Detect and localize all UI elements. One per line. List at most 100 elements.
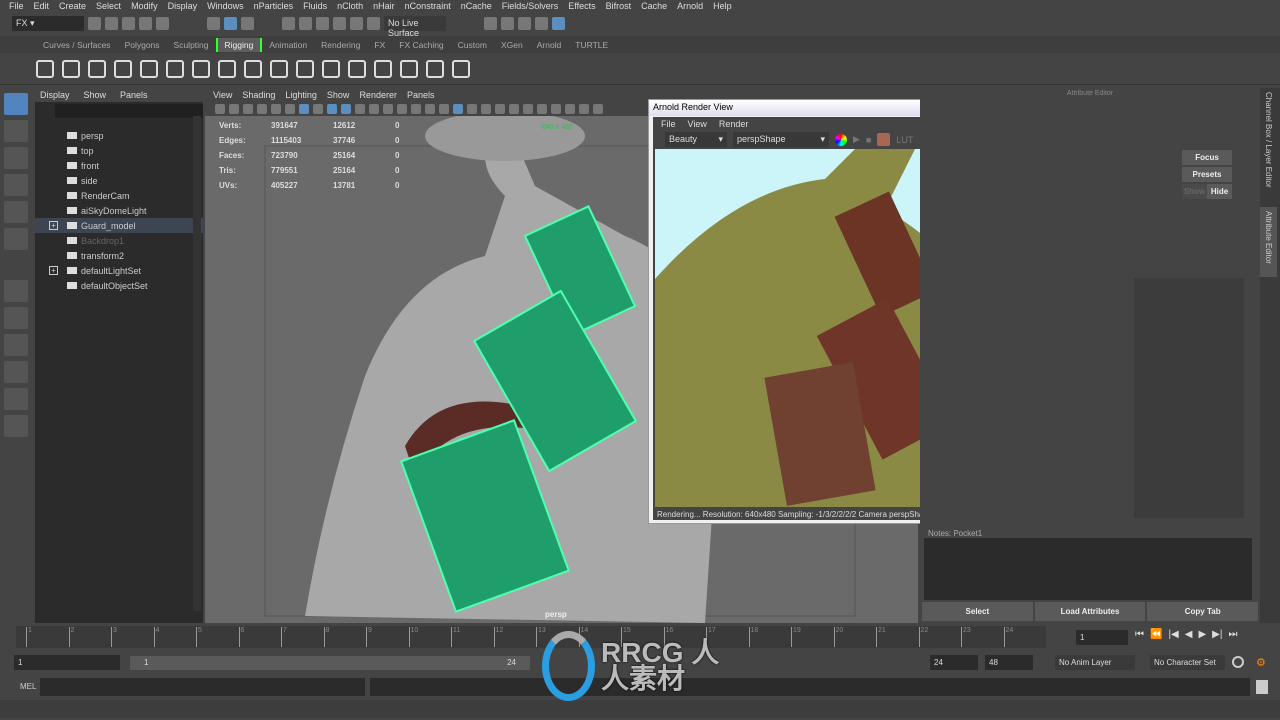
shelf-tool-icon[interactable] [452, 59, 470, 78]
show-button[interactable]: Show [1182, 184, 1207, 199]
viewport-tool-icon[interactable] [523, 103, 533, 114]
play-back-icon[interactable]: ◀ [1185, 629, 1193, 640]
expand-icon[interactable]: + [49, 221, 58, 230]
viewport-tool-icon[interactable] [243, 103, 253, 114]
tab-turtle[interactable]: TURTLE [568, 38, 615, 52]
script-editor-icon[interactable] [1256, 680, 1268, 694]
shelf-tool-icon[interactable] [348, 59, 366, 78]
menu-windows[interactable]: Windows [202, 0, 249, 13]
play-forward-icon[interactable]: ▶ [1198, 629, 1206, 640]
menu-help[interactable]: Help [708, 0, 737, 13]
hypershade-icon[interactable] [552, 17, 565, 30]
shelf-tool-icon[interactable] [166, 59, 184, 78]
render-sequence-icon[interactable] [501, 17, 514, 30]
viewport-menu-show[interactable]: Show [327, 90, 350, 100]
time-slider[interactable]: 1 2 3 4 5 6 7 8 9 10 11 12 13 14 15 16 17 18 19 20 21 22 23 24 [16, 626, 1046, 648]
outliner-item[interactable]: persp [35, 128, 203, 143]
viewport-tool-icon[interactable] [411, 103, 421, 114]
step-forward-icon[interactable]: ▶| [1212, 629, 1222, 640]
viewport-tool-icon[interactable] [369, 103, 379, 114]
tab-rendering[interactable]: Rendering [314, 38, 367, 52]
outliner-item[interactable]: Backdrop1 [35, 233, 203, 248]
tab-fx[interactable]: FX [367, 38, 392, 52]
outliner-menu-panels[interactable]: Panels [120, 90, 148, 100]
shelf-tool-icon[interactable] [114, 59, 132, 78]
viewport-tool-icon[interactable] [467, 103, 477, 114]
color-channel-icon[interactable] [835, 133, 847, 146]
shelf-tool-icon[interactable] [400, 59, 418, 78]
viewport-tool-icon[interactable] [215, 103, 225, 114]
range-slider[interactable]: 1 24 [130, 656, 530, 670]
outliner-menu-display[interactable]: Display [40, 90, 70, 100]
go-start-icon[interactable]: ⏮ [1135, 629, 1144, 640]
layout-hypershade-icon[interactable] [4, 415, 28, 437]
menu-edit[interactable]: Edit [29, 0, 55, 13]
paint-select-icon[interactable] [4, 147, 28, 169]
menu-bifrost[interactable]: Bifrost [601, 0, 637, 13]
new-scene-icon[interactable] [88, 17, 101, 30]
tab-animation[interactable]: Animation [262, 38, 314, 52]
copy-tab-button[interactable]: Copy Tab [1147, 602, 1259, 621]
shelf-tool-icon[interactable] [244, 59, 262, 78]
attribute-sliders[interactable] [1134, 278, 1244, 518]
ipr-render-icon[interactable] [518, 17, 531, 30]
viewport-tool-icon[interactable] [565, 103, 575, 114]
tab-fxcaching[interactable]: FX Caching [392, 38, 450, 52]
shelf-tool-icon[interactable] [88, 59, 106, 78]
anim-end-field[interactable]: 48 [985, 655, 1033, 670]
script-language-label[interactable]: MEL [20, 682, 36, 691]
shelf-tool-icon[interactable] [36, 59, 54, 78]
outliner-item[interactable]: RenderCam [35, 188, 203, 203]
viewport-tool-icon[interactable] [579, 103, 589, 114]
viewport-tool-icon[interactable] [425, 103, 435, 114]
outliner-item[interactable]: side [35, 173, 203, 188]
current-frame-field[interactable]: 1 [1076, 630, 1128, 645]
shelf-tool-icon[interactable] [270, 59, 288, 78]
outliner-scrollbar[interactable] [193, 116, 201, 611]
aov-dropdown[interactable]: Beauty ▾ [665, 132, 727, 147]
viewport-tool-icon[interactable] [257, 103, 267, 114]
command-line-input[interactable] [40, 678, 365, 696]
range-end-field[interactable]: 24 [930, 655, 978, 670]
preferences-icon[interactable]: ⚙ [1256, 656, 1266, 669]
tab-custom[interactable]: Custom [451, 38, 494, 52]
viewport-tool-icon[interactable] [537, 103, 547, 114]
auto-key-icon[interactable] [1232, 656, 1244, 668]
viewport-tool-icon[interactable] [285, 103, 295, 114]
go-end-icon[interactable]: ⏭ [1228, 629, 1237, 640]
layout-outliner-icon[interactable] [4, 361, 28, 383]
shelf-tool-icon[interactable] [140, 59, 158, 78]
tab-channel-box[interactable]: Channel Box / Layer Editor [1260, 88, 1277, 203]
rotate-tool-icon[interactable] [4, 201, 28, 223]
viewport-tool-icon[interactable] [551, 103, 561, 114]
expand-icon[interactable]: + [49, 266, 58, 275]
lut-label[interactable]: LUT [896, 135, 913, 145]
play-icon[interactable]: ▶ [853, 134, 860, 145]
hide-button[interactable]: Hide [1207, 184, 1232, 199]
viewport-menu-lighting[interactable]: Lighting [285, 90, 317, 100]
camera-dropdown[interactable]: perspShape ▾ [733, 132, 829, 147]
snap-curve-icon[interactable] [299, 17, 312, 30]
menu-modify[interactable]: Modify [126, 0, 163, 13]
tab-rigging[interactable]: Rigging [215, 37, 263, 52]
layout-graph-icon[interactable] [4, 388, 28, 410]
outliner-item[interactable]: top [35, 143, 203, 158]
menu-ncache[interactable]: nCache [456, 0, 497, 13]
shelf-tool-icon[interactable] [374, 59, 392, 78]
shelf-tool-icon[interactable] [218, 59, 236, 78]
shelf-tool-icon[interactable] [322, 59, 340, 78]
menu-fieldssolvers[interactable]: Fields/Solvers [497, 0, 564, 13]
tab-curvessurfaces[interactable]: Curves / Surfaces [36, 38, 118, 52]
menu-nparticles[interactable]: nParticles [249, 0, 299, 13]
focus-button[interactable]: Focus [1182, 150, 1232, 165]
viewport-tool-icon[interactable] [299, 103, 309, 114]
viewport-tool-icon[interactable] [453, 103, 463, 114]
step-back-icon[interactable]: |◀ [1168, 629, 1178, 640]
redo-icon[interactable] [156, 17, 169, 30]
save-scene-icon[interactable] [122, 17, 135, 30]
snap-view-icon[interactable] [333, 17, 346, 30]
shelf-tool-icon[interactable] [192, 59, 210, 78]
viewport-tool-icon[interactable] [355, 103, 365, 114]
viewport-tool-icon[interactable] [313, 103, 323, 114]
outliner-search-input[interactable] [55, 104, 203, 118]
